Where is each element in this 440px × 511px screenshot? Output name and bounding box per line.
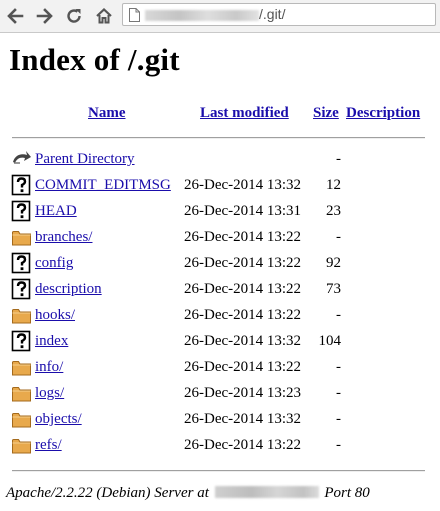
reload-icon (67, 9, 81, 23)
last-modified-cell: 26-Dec-2014 13:22 (184, 437, 302, 453)
file-row: index 26-Dec-2014 13:32 104 (0, 330, 440, 354)
file-row: objects/26-Dec-2014 13:32 - (0, 408, 440, 432)
size-cell: - (336, 229, 341, 245)
header-divider (12, 137, 425, 139)
file-row: logs/26-Dec-2014 13:23 - (0, 382, 440, 406)
size-cell: - (336, 151, 341, 167)
size-cell: - (336, 359, 341, 375)
size-cell: - (336, 437, 341, 453)
size-cell: 12 (326, 177, 341, 193)
last-modified-cell: 26-Dec-2014 13:22 (184, 359, 302, 375)
last-modified-cell: 26-Dec-2014 13:22 (184, 229, 302, 245)
file-link[interactable]: hooks/ (35, 307, 75, 324)
last-modified-cell: 26-Dec-2014 13:32 (184, 333, 302, 349)
last-modified-cell: 26-Dec-2014 13:32 (184, 411, 302, 427)
file-link[interactable]: description (35, 281, 102, 298)
file-link[interactable]: info/ (35, 359, 63, 376)
arrow-right-icon (36, 8, 53, 24)
column-header-description[interactable]: Description (346, 105, 420, 122)
folder-icon (11, 304, 32, 326)
file-link[interactable]: HEAD (35, 203, 77, 220)
browser-toolbar: /.git/ (0, 0, 440, 33)
column-header-name[interactable]: Name (88, 105, 126, 122)
server-host-redacted (214, 486, 319, 498)
size-cell: 104 (318, 333, 342, 349)
last-modified-cell: 26-Dec-2014 13:22 (184, 255, 302, 271)
file-row: description 26-Dec-2014 13:22 73 (0, 278, 440, 302)
last-modified-cell: 26-Dec-2014 13:22 (184, 281, 302, 297)
url-host-redacted (145, 10, 259, 21)
footer-divider (12, 470, 425, 472)
back-icon (11, 148, 32, 170)
folder-icon (11, 356, 32, 378)
size-cell: - (336, 385, 341, 401)
file-row: hooks/26-Dec-2014 13:22 - (0, 304, 440, 328)
file-row: branches/26-Dec-2014 13:22 - (0, 226, 440, 250)
home-icon (96, 7, 112, 24)
folder-icon (11, 434, 32, 456)
page-title: Index of /.git (9, 42, 180, 77)
file-icon (11, 330, 32, 352)
file-row: info/26-Dec-2014 13:22 - (0, 356, 440, 380)
back-button[interactable] (4, 5, 26, 27)
last-modified-cell: 26-Dec-2014 13:32 (184, 177, 302, 193)
parent-directory-row: Parent Directory - (0, 148, 440, 172)
reload-button[interactable] (63, 5, 85, 27)
server-signature: Apache/2.2.22 (Debian) Server at Port 80 (6, 485, 370, 502)
file-row: refs/26-Dec-2014 13:22 - (0, 434, 440, 458)
address-bar[interactable]: /.git/ (122, 3, 436, 26)
file-link[interactable]: objects/ (35, 411, 82, 428)
size-cell: - (336, 411, 341, 427)
parent-directory-link[interactable]: Parent Directory (35, 151, 135, 168)
size-cell: 92 (326, 255, 341, 271)
arrow-left-icon (7, 8, 24, 24)
last-modified-cell: 26-Dec-2014 13:23 (184, 385, 302, 401)
forward-button[interactable] (34, 5, 56, 27)
last-modified-cell: 26-Dec-2014 13:22 (184, 307, 302, 323)
url-path: /.git/ (259, 6, 286, 22)
size-cell: - (336, 307, 341, 323)
folder-icon (11, 382, 32, 404)
size-cell: 73 (326, 281, 341, 297)
folder-icon (11, 408, 32, 430)
last-modified-cell: 26-Dec-2014 13:31 (184, 203, 302, 219)
file-icon (11, 174, 32, 196)
file-link[interactable]: index (35, 333, 68, 350)
file-link[interactable]: config (35, 255, 73, 272)
file-link[interactable]: logs/ (35, 385, 64, 402)
column-header-last-modified[interactable]: Last modified (200, 105, 289, 122)
file-row: config 26-Dec-2014 13:22 92 (0, 252, 440, 276)
file-row: HEAD 26-Dec-2014 13:31 23 (0, 200, 440, 224)
file-icon (11, 200, 32, 222)
file-row: COMMIT_EDITMSG 26-Dec-2014 13:32 12 (0, 174, 440, 198)
page-icon (129, 8, 140, 22)
size-cell: 23 (326, 203, 341, 219)
column-header-size[interactable]: Size (313, 105, 339, 122)
file-icon (11, 278, 32, 300)
file-icon (11, 252, 32, 274)
file-link[interactable]: refs/ (35, 437, 62, 454)
server-signature-suffix: Port 80 (324, 485, 370, 501)
server-signature-prefix: Apache/2.2.22 (Debian) Server at (6, 485, 209, 501)
folder-icon (11, 226, 32, 248)
file-link[interactable]: branches/ (35, 229, 92, 246)
file-link[interactable]: COMMIT_EDITMSG (35, 177, 171, 194)
home-button[interactable] (93, 5, 115, 27)
